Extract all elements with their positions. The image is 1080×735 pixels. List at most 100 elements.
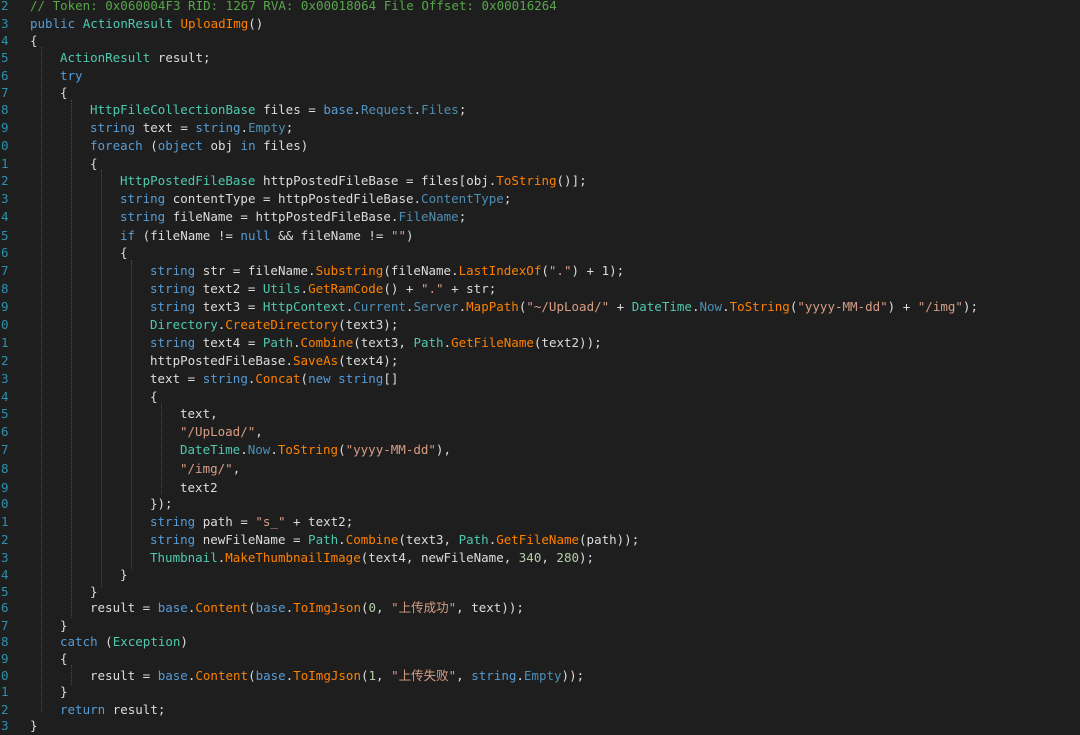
code-token: foreach — [90, 138, 151, 153]
line-number: 9 — [1, 120, 9, 135]
code-token: (text3, — [353, 335, 414, 350]
code-token: HttpFileCollectionBase — [90, 102, 264, 117]
code-token: ; — [503, 191, 512, 206]
line-number: 5 — [1, 228, 9, 243]
code-token: ) + 1); — [571, 263, 625, 278]
code-token: ()]; — [556, 173, 587, 188]
code-text: { — [60, 84, 68, 102]
code-token: return — [60, 702, 113, 717]
code-token: ToString — [729, 299, 790, 314]
code-token: base — [255, 600, 286, 615]
line-number: 2 — [1, 532, 9, 547]
code-token: ContentType — [421, 191, 504, 206]
code-token: ) — [406, 228, 414, 243]
code-text: text, — [180, 405, 218, 423]
line-number: 9 — [1, 299, 9, 314]
code-token: string — [150, 514, 203, 529]
code-token: ; — [458, 102, 467, 117]
code-token: newFileName = — [202, 532, 309, 547]
line-number: 3 — [1, 718, 9, 733]
line-number: 2 — [1, 0, 9, 13]
code-token: text2 = — [202, 281, 263, 296]
code-token: str = fileName. — [202, 263, 316, 278]
code-token: "." — [420, 281, 444, 296]
code-token: }); — [150, 496, 173, 511]
code-token: ToString — [496, 173, 557, 188]
code-token: { — [120, 245, 128, 260]
code-token: { — [150, 389, 158, 404]
code-token: "yyyy-MM-dd" — [797, 299, 888, 314]
code-token: { — [60, 85, 68, 100]
code-text: Directory.CreateDirectory(text3); — [150, 316, 398, 334]
code-token: DateTime — [631, 299, 692, 314]
code-token: . — [722, 299, 730, 314]
code-token: base — [323, 102, 354, 117]
code-text: // Token: 0x060004F3 RID: 1267 RVA: 0x00… — [30, 0, 557, 15]
code-token: MakeThumbnailImage — [225, 550, 361, 565]
code-text: { — [90, 155, 98, 173]
code-text: { — [120, 244, 128, 262]
code-token: , text)); — [456, 600, 524, 615]
indent-guide — [131, 260, 132, 570]
code-text: string text2 = Utils.GetRamCode() + "." … — [150, 280, 496, 298]
line-number: 2 — [1, 353, 9, 368]
code-editor[interactable]: 2 // Token: 0x060004F3 RID: 1267 RVA: 0x0… — [0, 0, 1080, 733]
line-number: 0 — [1, 138, 9, 153]
code-token: (text4, newFileName, — [360, 550, 519, 565]
code-text: foreach (object obj in files) — [90, 137, 308, 155]
line-number: 4 — [1, 209, 9, 224]
code-token: ToImgJson — [293, 668, 361, 683]
code-text: string contentType = httpPostedFileBase.… — [120, 190, 511, 208]
code-token: } — [120, 567, 128, 582]
code-token: )); — [561, 668, 585, 683]
line-number: 1 — [1, 156, 9, 171]
line-number: 8 — [1, 634, 9, 649]
code-token: ), — [435, 442, 451, 457]
code-token: ( — [541, 263, 549, 278]
code-token: string — [120, 191, 173, 206]
code-token: GetFileName — [496, 532, 580, 547]
code-text: result = base.Content(base.ToImgJson(0, … — [90, 599, 524, 617]
indent-guide — [71, 665, 72, 685]
code-token: Path — [262, 335, 294, 350]
code-token: 1 — [368, 668, 377, 683]
code-token: base — [157, 600, 188, 615]
code-text: } — [60, 683, 68, 701]
code-text: { — [60, 650, 68, 668]
line-number: 0 — [1, 496, 9, 511]
code-token: text = — [150, 371, 203, 386]
code-token: Path — [308, 532, 339, 547]
code-token: { — [30, 33, 38, 48]
code-token: Now — [247, 442, 271, 457]
code-token: . — [240, 442, 248, 457]
code-token: + text2; — [285, 514, 354, 529]
code-token: try — [60, 68, 83, 83]
code-text: string text = string.Empty; — [90, 119, 293, 137]
code-token: text4 = — [202, 335, 263, 350]
code-token: string — [202, 371, 248, 386]
line-number: 7 — [1, 85, 9, 100]
code-text: "/UpLoad/", — [180, 423, 263, 441]
code-token: , — [541, 550, 557, 565]
code-token: path = — [202, 514, 256, 529]
code-token: . — [516, 668, 524, 683]
line-number: 3 — [1, 550, 9, 565]
code-token: [] — [383, 371, 399, 386]
code-token: HttpPostedFileBase — [120, 173, 263, 188]
line-number: 8 — [1, 102, 9, 117]
code-token: string — [195, 120, 241, 135]
code-token: () + — [383, 281, 421, 296]
indent-guide — [161, 403, 162, 494]
code-token: ( — [360, 600, 369, 615]
code-token: result = — [90, 600, 158, 615]
code-token: base — [157, 668, 188, 683]
code-token: UploadImg — [180, 16, 249, 31]
code-token: . — [353, 102, 361, 117]
code-token: . — [458, 299, 467, 314]
code-token: Substring — [315, 263, 384, 278]
code-token: Now — [699, 299, 723, 314]
code-token: "上传成功" — [391, 600, 457, 615]
code-text: string text3 = HttpContext.Current.Serve… — [150, 298, 978, 316]
code-token: , — [376, 668, 392, 683]
code-text: } — [30, 717, 38, 735]
